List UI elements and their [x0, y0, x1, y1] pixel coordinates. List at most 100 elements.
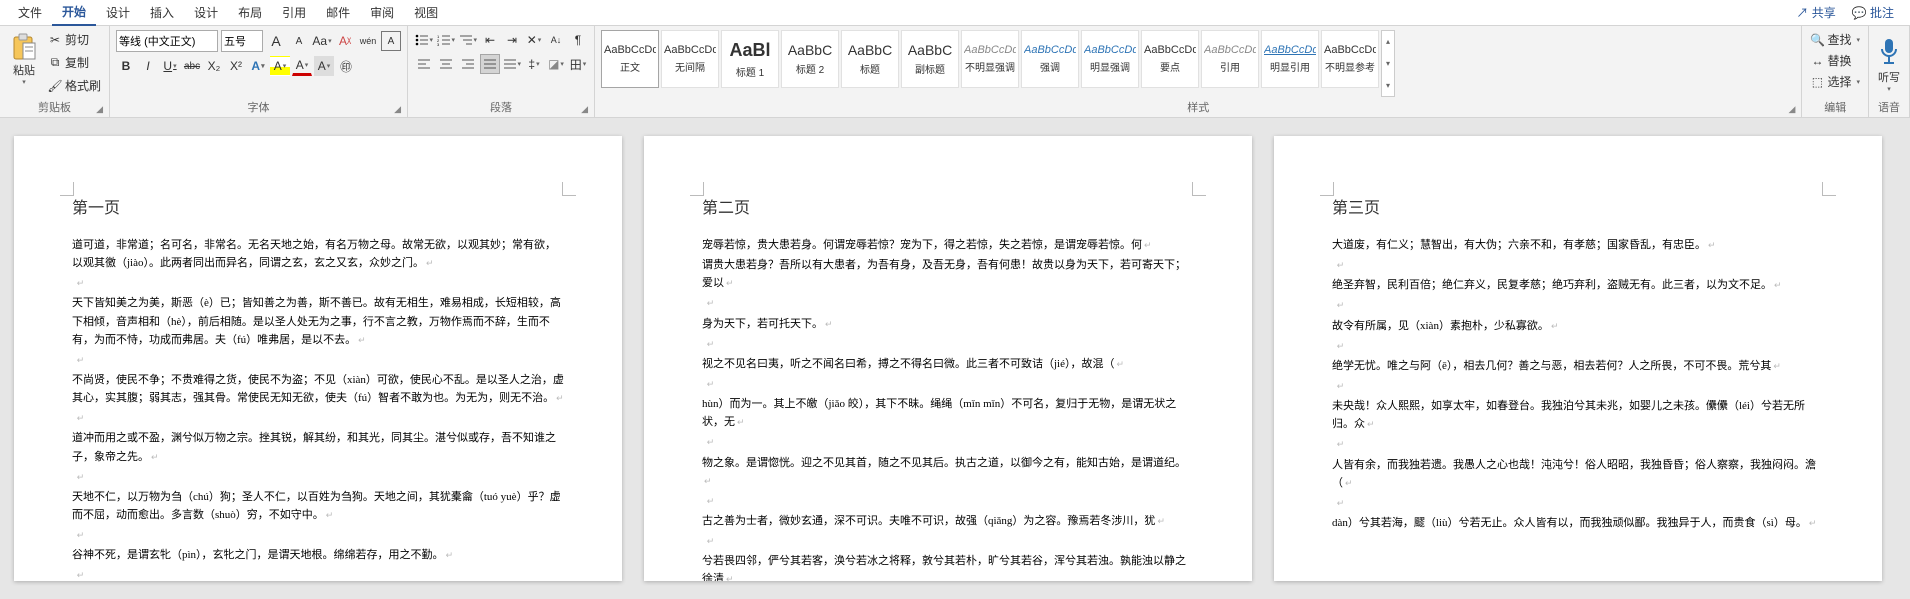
- style-item-10[interactable]: AaBbCcDd引用: [1201, 30, 1259, 88]
- clear-formatting-button[interactable]: Aᵡ: [335, 31, 355, 51]
- menu-references[interactable]: 引用: [272, 0, 316, 25]
- borders-button[interactable]: 田: [568, 54, 588, 74]
- style-item-4[interactable]: AaBbC标题: [841, 30, 899, 88]
- numbering-button[interactable]: 123: [436, 30, 456, 50]
- menu-file[interactable]: 文件: [8, 0, 52, 25]
- cut-button[interactable]: ✂剪切: [46, 30, 103, 49]
- styles-launcher[interactable]: ◢: [1789, 104, 1796, 115]
- menu-home[interactable]: 开始: [52, 0, 96, 26]
- menu-insert[interactable]: 插入: [140, 0, 184, 25]
- paragraph: [702, 492, 1194, 510]
- para-shading-button[interactable]: ◪: [546, 54, 566, 74]
- align-justify-button[interactable]: [480, 54, 500, 74]
- paragraph: 古之善为士者，微妙玄通，深不可识。夫唯不可识，故强（qiǎng）为之容。豫焉若冬…: [702, 512, 1194, 530]
- menu-review[interactable]: 审阅: [360, 0, 404, 25]
- align-center-button[interactable]: [436, 54, 456, 74]
- find-button[interactable]: 🔍查找▾: [1808, 30, 1862, 49]
- style-item-2[interactable]: AaBl标题 1: [721, 30, 779, 88]
- text-effect-button[interactable]: A: [248, 56, 268, 76]
- paste-icon: [10, 32, 38, 62]
- page-title: 第一页: [72, 194, 564, 218]
- format-painter-button[interactable]: 🖌格式刷: [46, 76, 103, 95]
- style-name: 副标题: [915, 61, 945, 76]
- style-item-1[interactable]: AaBbCcDd无间隔: [661, 30, 719, 88]
- style-preview: AaBbCcDd: [964, 44, 1016, 56]
- menu-mailings[interactable]: 邮件: [316, 0, 360, 25]
- paste-button[interactable]: 粘贴 ▾: [6, 30, 42, 88]
- document-area[interactable]: 第一页道可道，非常道；名可名，非常名。无名天地之始，有名万物之母。故常无欲，以观…: [0, 118, 1910, 599]
- font-launcher[interactable]: ◢: [394, 104, 401, 115]
- menu-layout[interactable]: 布局: [228, 0, 272, 25]
- share-button[interactable]: ↗ 共享: [1788, 0, 1843, 25]
- change-case-button[interactable]: Aa: [312, 31, 332, 51]
- subscript-button[interactable]: X₂: [204, 56, 224, 76]
- align-right-button[interactable]: [458, 54, 478, 74]
- paragraph: hùn）而为一。其上不皦（jiǎo 皎），其下不昧。绳绳（mǐn mǐn）不可名…: [702, 395, 1194, 431]
- style-item-8[interactable]: AaBbCcDd明显强调: [1081, 30, 1139, 88]
- align-left-button[interactable]: [414, 54, 434, 74]
- paragraph: 兮若畏四邻，俨兮其若客，涣兮若冰之将释，敦兮其若朴，旷兮其若谷，浑兮其若浊。孰能…: [702, 552, 1194, 581]
- phonetic-guide-button[interactable]: wén: [358, 31, 378, 51]
- char-border-button[interactable]: A: [381, 31, 401, 51]
- paragraph: 谓贵大患若身？吾所以有大患者，为吾有身，及吾无身，吾有何患！故贵以身为天下，若可…: [702, 256, 1194, 292]
- chevron-down-icon: ▾: [1887, 85, 1891, 93]
- comment-button[interactable]: 💬 批注: [1844, 0, 1902, 25]
- font-name-select[interactable]: [116, 30, 218, 52]
- enclose-char-button[interactable]: ㊞: [336, 56, 356, 76]
- style-item-9[interactable]: AaBbCcDd要点: [1141, 30, 1199, 88]
- underline-button[interactable]: U: [160, 56, 180, 76]
- paragraph-launcher[interactable]: ◢: [581, 104, 588, 115]
- strike-button[interactable]: abc: [182, 56, 202, 76]
- paragraph: [702, 335, 1194, 353]
- char-shading-button[interactable]: A: [314, 56, 334, 76]
- menu-design2[interactable]: 设计: [184, 0, 228, 25]
- style-item-3[interactable]: AaBbC标题 2: [781, 30, 839, 88]
- style-name: 引用: [1220, 59, 1240, 74]
- group-editing: 🔍查找▾ ↔替换 ⬚选择▾ 编辑: [1802, 26, 1869, 117]
- clipboard-launcher[interactable]: ◢: [96, 104, 103, 115]
- style-name: 正文: [620, 59, 640, 74]
- style-item-7[interactable]: AaBbCcDd强调: [1021, 30, 1079, 88]
- select-label: 选择: [1827, 73, 1851, 90]
- font-size-select[interactable]: [221, 30, 263, 52]
- replace-button[interactable]: ↔替换: [1808, 51, 1853, 70]
- multilevel-button[interactable]: [458, 30, 478, 50]
- paragraph: 物之象。是谓惚恍。迎之不见其首，随之不见其后。执古之道，以御今之有，能知古始，是…: [702, 454, 1194, 490]
- increase-indent-button[interactable]: ⇥: [502, 30, 522, 50]
- shrink-font-button[interactable]: A: [289, 31, 309, 51]
- show-marks-button[interactable]: ¶: [568, 30, 588, 50]
- grow-font-button[interactable]: A: [266, 31, 286, 51]
- group-paragraph: 123 ⇤ ⇥ ✕ A↓ ¶ ‡ ◪ 田 段落◢: [408, 26, 595, 117]
- menu-design1[interactable]: 设计: [96, 0, 140, 25]
- highlight-button[interactable]: A: [270, 56, 290, 76]
- select-button[interactable]: ⬚选择▾: [1808, 72, 1862, 91]
- line-spacing-button[interactable]: ‡: [524, 54, 544, 74]
- copy-button[interactable]: ⧉复制: [46, 53, 103, 72]
- menu-view[interactable]: 视图: [404, 0, 448, 25]
- style-item-0[interactable]: AaBbCcDd正文: [601, 30, 659, 88]
- align-distributed-button[interactable]: [502, 54, 522, 74]
- style-item-11[interactable]: AaBbCcDd明显引用: [1261, 30, 1319, 88]
- style-item-5[interactable]: AaBbC副标题: [901, 30, 959, 88]
- bullets-button[interactable]: [414, 30, 434, 50]
- styles-more-button[interactable]: ▴▾▾: [1381, 30, 1395, 97]
- page-2[interactable]: 第二页宠辱若惊，贵大患若身。何谓宠辱若惊？宠为下，得之若惊，失之若惊，是谓宠辱若…: [644, 136, 1252, 581]
- paragraph: 道可道，非常道；名可名，非常名。无名天地之始，有名万物之母。故常无欲，以观其妙；…: [72, 236, 564, 272]
- paragraph: [702, 294, 1194, 312]
- paragraph: [702, 375, 1194, 393]
- format-painter-label: 格式刷: [65, 77, 101, 94]
- brush-icon: 🖌: [48, 79, 62, 93]
- style-item-6[interactable]: AaBbCcDd不明显强调: [961, 30, 1019, 88]
- bold-button[interactable]: B: [116, 56, 136, 76]
- superscript-button[interactable]: X²: [226, 56, 246, 76]
- italic-button[interactable]: I: [138, 56, 158, 76]
- dictate-button[interactable]: 听写 ▾: [1875, 35, 1903, 93]
- page-1[interactable]: 第一页道可道，非常道；名可名，非常名。无名天地之始，有名万物之母。故常无欲，以观…: [14, 136, 622, 581]
- sort-button[interactable]: A↓: [546, 30, 566, 50]
- asian-layout-button[interactable]: ✕: [524, 30, 544, 50]
- style-item-12[interactable]: AaBbCcDd不明显参考: [1321, 30, 1379, 88]
- page-3[interactable]: 第三页大道废，有仁义；慧智出，有大伪；六亲不和，有孝慈；国家昏乱，有忠臣。 绝圣…: [1274, 136, 1882, 581]
- paragraph: [72, 409, 564, 427]
- font-color-button[interactable]: A: [292, 56, 312, 76]
- decrease-indent-button[interactable]: ⇤: [480, 30, 500, 50]
